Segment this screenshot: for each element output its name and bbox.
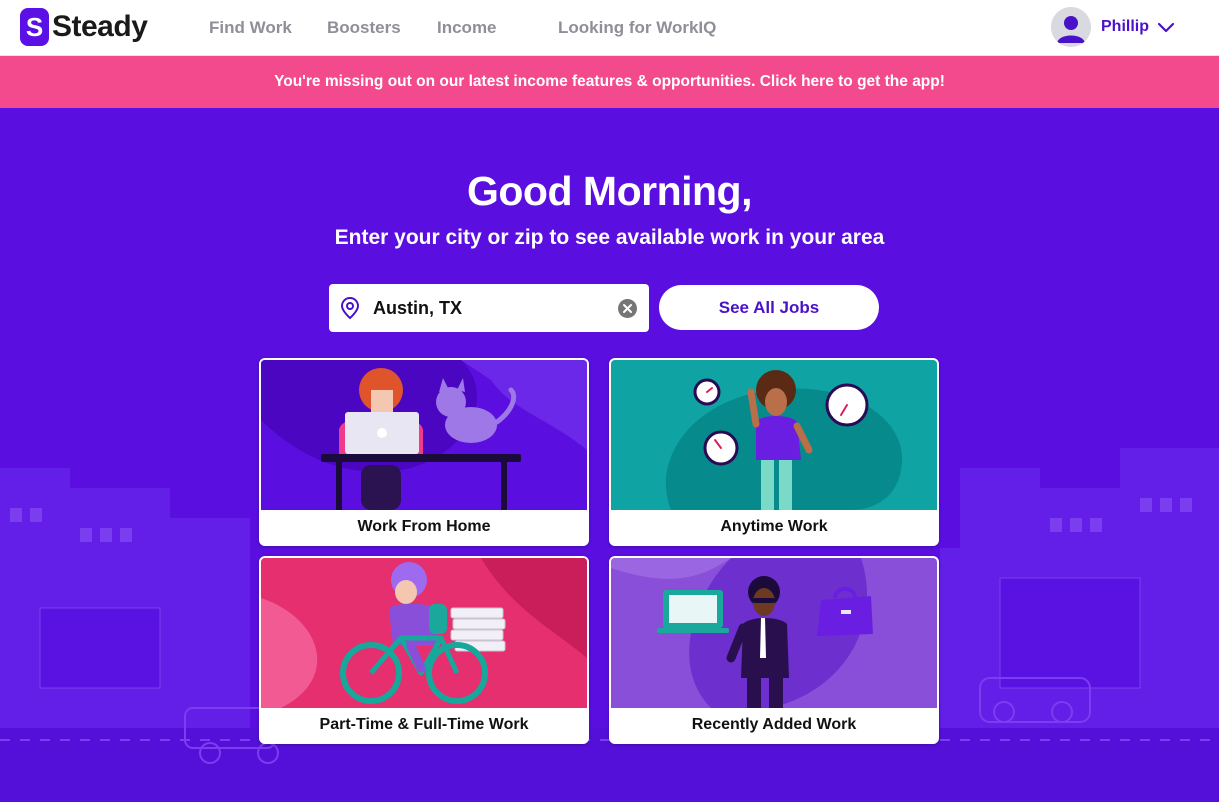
- top-nav: S Steady Find Work Boosters Income Looki…: [0, 0, 1219, 56]
- greeting-heading: Good Morning,: [467, 168, 752, 214]
- location-input[interactable]: [373, 292, 603, 324]
- promo-banner-text: You're missing out on our latest income …: [274, 73, 945, 90]
- anytime-work-illustration: [611, 360, 937, 510]
- nav-income[interactable]: Income: [437, 18, 497, 38]
- category-label: Anytime Work: [720, 518, 828, 535]
- user-menu[interactable]: Phillip: [1051, 6, 1175, 48]
- recently-added-work-illustration: [611, 558, 937, 708]
- category-label: Part-Time & Full-Time Work: [319, 716, 529, 733]
- nav-boosters[interactable]: Boosters: [327, 18, 401, 38]
- chevron-down-icon: [1157, 22, 1175, 33]
- steady-logo-text: Steady: [52, 10, 148, 43]
- part-time-full-time-illustration: [261, 558, 587, 708]
- user-name: Phillip: [1101, 18, 1149, 35]
- work-from-home-illustration: [261, 360, 587, 510]
- category-card-anytime-work[interactable]: Anytime Work: [609, 358, 939, 546]
- steady-logo[interactable]: S Steady: [20, 8, 148, 46]
- steady-logo-mark: S: [20, 8, 49, 46]
- clear-icon[interactable]: [618, 299, 637, 318]
- category-label: Work From Home: [357, 518, 491, 535]
- category-card-work-from-home[interactable]: Work From Home: [259, 358, 589, 546]
- nav-workiq[interactable]: Looking for WorkIQ: [558, 18, 716, 38]
- hero-subtitle: Enter your city or zip to see available …: [334, 226, 885, 249]
- category-label: Recently Added Work: [691, 716, 857, 733]
- promo-banner[interactable]: You're missing out on our latest income …: [0, 56, 1219, 108]
- location-pin-icon: [340, 296, 360, 320]
- user-avatar-icon: [1051, 7, 1091, 47]
- see-all-jobs-button[interactable]: See All Jobs: [659, 285, 879, 330]
- nav-find-work[interactable]: Find Work: [209, 18, 292, 38]
- location-search: [329, 284, 649, 332]
- hero-section: Good Morning, Enter your city or zip to …: [0, 108, 1219, 802]
- category-card-part-time-full-time[interactable]: Part-Time & Full-Time Work: [259, 556, 589, 744]
- category-card-recently-added[interactable]: Recently Added Work: [609, 556, 939, 744]
